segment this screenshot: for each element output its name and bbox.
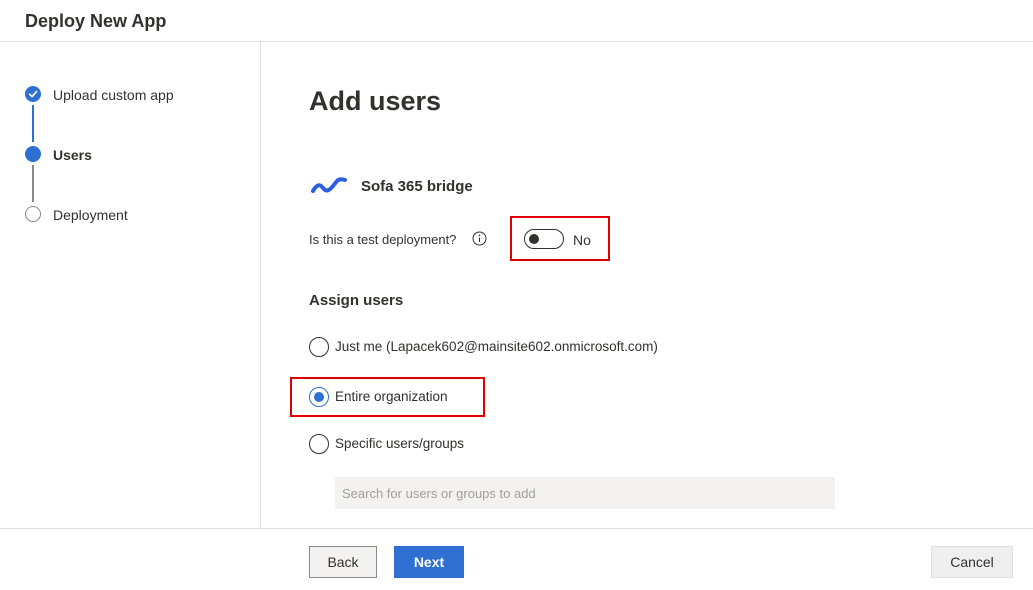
pending-step-indicator bbox=[25, 206, 41, 222]
app-name: Sofa 365 bridge bbox=[361, 178, 473, 195]
toggle-state-label: No bbox=[573, 232, 591, 248]
test-deployment-label: Is this a test deployment? bbox=[309, 232, 457, 247]
current-step-indicator bbox=[25, 146, 41, 162]
assign-users-heading: Assign users bbox=[309, 292, 404, 309]
info-icon[interactable] bbox=[472, 231, 487, 246]
next-button[interactable]: Next bbox=[394, 546, 464, 578]
dialog-header: Deploy New App bbox=[0, 0, 1033, 42]
wizard-stepper bbox=[0, 42, 261, 528]
toggle-knob bbox=[529, 234, 539, 244]
step-label: Deployment bbox=[53, 207, 128, 223]
app-logo-icon bbox=[311, 177, 347, 193]
step-connector-completed bbox=[32, 105, 34, 142]
page-title: Add users bbox=[309, 86, 442, 116]
radio-label: Just me (Lapacek602@mainsite602.onmicros… bbox=[335, 339, 658, 354]
radio-circle[interactable] bbox=[309, 387, 329, 407]
radio-label: Entire organization bbox=[335, 389, 448, 404]
cancel-button[interactable]: Cancel bbox=[931, 546, 1013, 578]
user-group-search-input[interactable] bbox=[335, 477, 835, 509]
step-label: Upload custom app bbox=[53, 87, 174, 103]
radio-circle[interactable] bbox=[309, 434, 329, 454]
step-label: Users bbox=[53, 147, 92, 163]
test-deployment-toggle[interactable] bbox=[524, 229, 564, 249]
radio-circle[interactable] bbox=[309, 337, 329, 357]
radio-label: Specific users/groups bbox=[335, 436, 465, 451]
dialog-footer bbox=[0, 528, 1033, 590]
dialog-title: Deploy New App bbox=[25, 11, 167, 31]
back-button[interactable]: Back bbox=[309, 546, 377, 578]
step-connector-pending bbox=[32, 165, 34, 202]
checkmark-icon bbox=[25, 86, 41, 102]
